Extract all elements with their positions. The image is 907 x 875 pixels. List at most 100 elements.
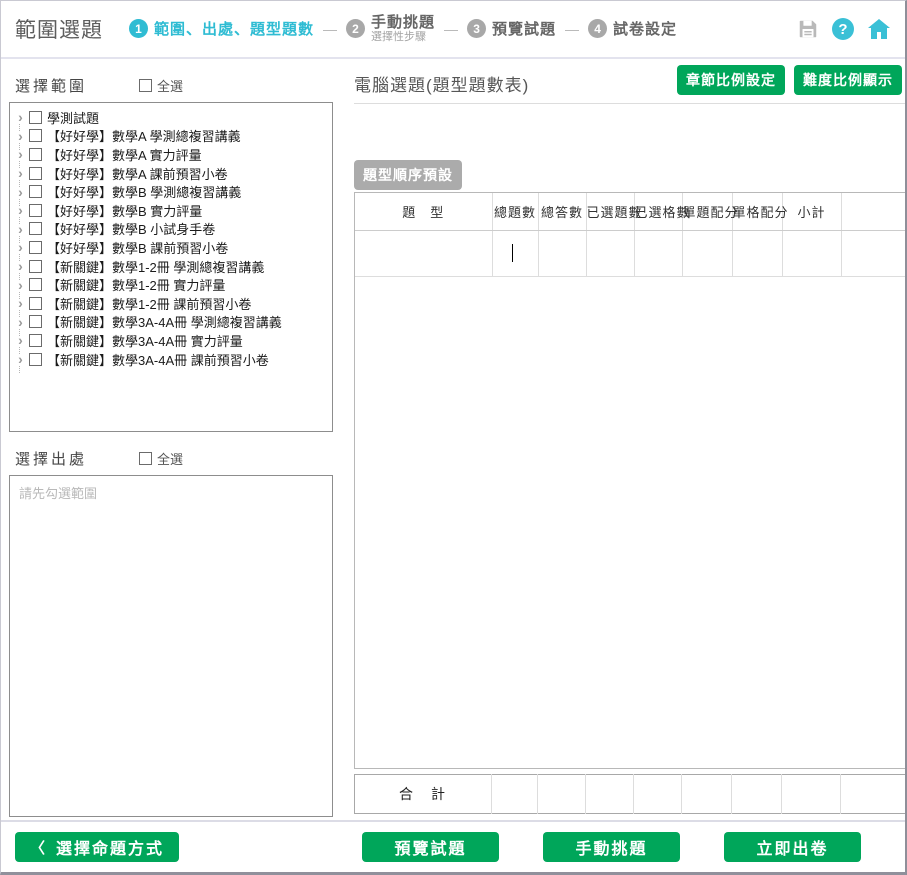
cell-total-answers[interactable] <box>538 231 586 277</box>
topbar-icons: ? <box>797 18 891 40</box>
step-2[interactable]: 2 手動挑題 選擇性步驟 <box>346 14 435 44</box>
back-to-question-method-button[interactable]: 〈 選擇命題方式 <box>15 832 179 862</box>
tree-item-checkbox[interactable] <box>29 297 42 310</box>
tree-item-label[interactable]: 【好好學】數學B 學測總複習講義 <box>47 182 241 201</box>
tree-item-checkbox[interactable] <box>29 185 42 198</box>
tree-item-checkbox[interactable] <box>29 129 42 142</box>
total-subtotal <box>782 775 841 814</box>
source-select-all[interactable]: 全選 <box>139 449 183 468</box>
col-question-type: 題 型 <box>355 193 492 231</box>
range-select-all-label: 全選 <box>157 76 183 95</box>
tree-item-checkbox[interactable] <box>29 260 42 273</box>
step-1-badge: 1 <box>129 19 148 38</box>
tree-item-checkbox[interactable] <box>29 241 42 254</box>
step-2-label: 手動挑題 <box>371 14 435 31</box>
tree-item: › 【新關鍵】數學3A-4A冊 學測總複習講義 <box>14 313 332 332</box>
tree-item-label[interactable]: 【新關鍵】數學3A-4A冊 學測總複習講義 <box>47 312 282 331</box>
tree-item-checkbox[interactable] <box>29 278 42 291</box>
step-4-badge: 4 <box>588 19 607 38</box>
cell-subtotal[interactable] <box>782 231 841 277</box>
step-3[interactable]: 3 預覽試題 <box>467 18 556 39</box>
step-1-label: 範圍、出處、題型題數 <box>154 18 314 39</box>
save-icon[interactable] <box>797 18 819 40</box>
tree-item-label[interactable]: 【好好學】數學B 課前預習小卷 <box>47 238 228 257</box>
tree-item: › 【新關鍵】數學1-2冊 學測總複習講義 <box>14 257 332 276</box>
step-4[interactable]: 4 試卷設定 <box>588 18 677 39</box>
tree-item: › 【好好學】數學A 課前預習小卷 <box>14 164 332 183</box>
chevron-right-icon[interactable]: › <box>14 202 27 218</box>
chevron-right-icon[interactable]: › <box>14 128 27 144</box>
total-total-questions <box>492 775 538 814</box>
difficulty-ratio-button[interactable]: 難度比例顯示 <box>794 65 902 95</box>
total-label: 合 計 <box>355 775 492 814</box>
range-select-all-checkbox[interactable] <box>139 79 152 92</box>
chevron-right-icon[interactable]: › <box>14 351 27 367</box>
col-points-per-question: 單題配分 <box>682 193 732 231</box>
chevron-right-icon[interactable]: › <box>14 332 27 348</box>
chapter-ratio-button[interactable]: 章節比例設定 <box>677 65 785 95</box>
tree-item: › 【好好學】數學B 小試身手卷 <box>14 220 332 239</box>
tree-item-label[interactable]: 【新關鍵】數學1-2冊 實力評量 <box>47 275 225 294</box>
chevron-right-icon[interactable]: › <box>14 258 27 274</box>
help-icon[interactable]: ? <box>832 18 854 40</box>
right-panel-header: 電腦選題(題型題數表) 章節比例設定 難度比例顯示 <box>354 65 907 104</box>
tree-item-checkbox[interactable] <box>29 353 42 366</box>
chevron-right-icon[interactable]: › <box>14 295 27 311</box>
cell-question-type[interactable] <box>355 231 492 277</box>
cell-total-questions[interactable] <box>492 231 538 277</box>
manual-pick-button[interactable]: 手動挑題 <box>543 832 680 862</box>
col-selected-cells: 已選格數 <box>634 193 682 231</box>
chevron-right-icon[interactable]: › <box>14 109 27 125</box>
preview-questions-button[interactable]: 預覽試題 <box>362 832 499 862</box>
total-points-per-question <box>682 775 732 814</box>
tree-item-checkbox[interactable] <box>29 222 42 235</box>
tree-item-label[interactable]: 【好好學】數學A 課前預習小卷 <box>47 164 228 183</box>
tree-item-label[interactable]: 學測試題 <box>47 108 99 127</box>
tree-item-checkbox[interactable] <box>29 204 42 217</box>
cell-points-per-cell[interactable] <box>732 231 782 277</box>
type-order-default-button[interactable]: 題型順序預設 <box>354 160 462 190</box>
source-select-all-checkbox[interactable] <box>139 452 152 465</box>
chevron-right-icon[interactable]: › <box>14 221 27 237</box>
cell-selected-questions[interactable] <box>586 231 634 277</box>
range-section-header: 選擇範圍 全選 <box>15 75 333 96</box>
home-icon[interactable] <box>867 18 891 40</box>
question-type-table: 題 型 總題數 總答數 已選題數 已選格數 單題配分 單格配分 小計 <box>354 192 907 769</box>
chevron-left-icon: 〈 <box>30 837 47 858</box>
chevron-right-icon[interactable]: › <box>14 314 27 330</box>
tree-item-label[interactable]: 【好好學】數學A 學測總複習講義 <box>47 126 241 145</box>
chevron-right-icon[interactable]: › <box>14 277 27 293</box>
tree-item-label[interactable]: 【好好學】數學A 實力評量 <box>47 145 202 164</box>
chevron-right-icon[interactable]: › <box>14 165 27 181</box>
range-select-all[interactable]: 全選 <box>139 76 183 95</box>
total-selected-cells <box>634 775 682 814</box>
source-select-all-label: 全選 <box>157 449 183 468</box>
tree-item-label[interactable]: 【新關鍵】數學3A-4A冊 課前預習小卷 <box>47 350 269 369</box>
tree-item-checkbox[interactable] <box>29 111 42 124</box>
tree-item-label[interactable]: 【新關鍵】數學1-2冊 學測總複習講義 <box>47 257 264 276</box>
tree-item-label[interactable]: 【好好學】數學B 小試身手卷 <box>47 219 215 238</box>
ratio-buttons: 章節比例設定 難度比例顯示 <box>677 65 907 95</box>
col-subtotal: 小計 <box>782 193 841 231</box>
cell-extra[interactable] <box>841 231 906 277</box>
step-1[interactable]: 1 範圍、出處、題型題數 <box>129 18 314 39</box>
cell-points-per-question[interactable] <box>682 231 732 277</box>
step-indicator: 1 範圍、出處、題型題數 — 2 手動挑題 選擇性步驟 — 3 預覽試題 — 4… <box>129 14 677 44</box>
tree-item-checkbox[interactable] <box>29 334 42 347</box>
chevron-right-icon[interactable]: › <box>14 239 27 255</box>
tree-item-checkbox[interactable] <box>29 315 42 328</box>
chevron-right-icon[interactable]: › <box>14 184 27 200</box>
table-header-row: 題 型 總題數 總答數 已選題數 已選格數 單題配分 單格配分 小計 <box>355 193 906 231</box>
tree-item-checkbox[interactable] <box>29 167 42 180</box>
tree-item-label[interactable]: 【好好學】數學B 實力評量 <box>47 201 202 220</box>
source-section-title: 選擇出處 <box>15 448 87 469</box>
source-placeholder: 請先勾選範圍 <box>19 483 323 502</box>
tree-item-label[interactable]: 【新關鍵】數學3A-4A冊 實力評量 <box>47 331 243 350</box>
tree-item-checkbox[interactable] <box>29 148 42 161</box>
tree-item: › 【好好學】數學A 實力評量 <box>14 145 332 164</box>
tree-item-label[interactable]: 【新關鍵】數學1-2冊 課前預習小卷 <box>47 294 251 313</box>
cell-selected-cells[interactable] <box>634 231 682 277</box>
generate-paper-button[interactable]: 立即出卷 <box>724 832 861 862</box>
main-content: 選擇範圍 全選 › 學測試題 › 【好好學】數學A 學測總複習講義 › 【好好學】數學… <box>1 59 905 822</box>
chevron-right-icon[interactable]: › <box>14 146 27 162</box>
